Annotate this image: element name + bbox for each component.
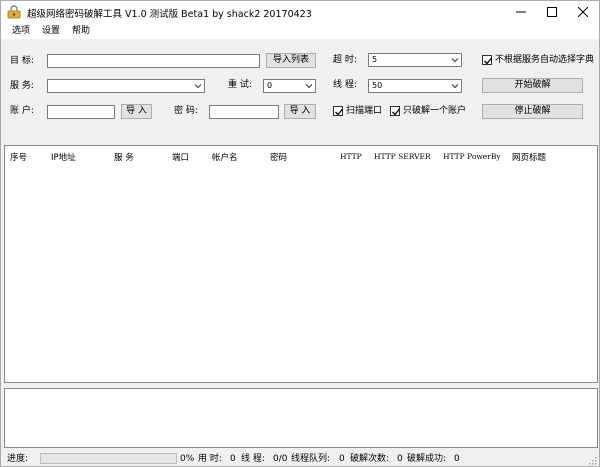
checkmark-icon	[335, 108, 344, 116]
start-crack-button[interactable]: 开始破解	[482, 78, 583, 93]
account-label: 账 户:	[10, 106, 34, 116]
progress-bar	[40, 453, 177, 464]
column-header-http-powerby[interactable]: HTTP PowerBy	[443, 152, 501, 161]
chevron-down-icon	[194, 84, 202, 89]
column-header-page-title[interactable]: 网页标题	[512, 151, 546, 163]
chevron-down-icon	[451, 84, 459, 89]
maximize-button[interactable]	[537, 1, 567, 23]
menu-help[interactable]: 帮助	[66, 23, 96, 39]
minimize-icon	[516, 11, 526, 13]
column-header-service[interactable]: 服 务	[114, 151, 134, 163]
scan-port-label: 扫描端口	[346, 106, 383, 116]
import-list-button[interactable]: 导入列表	[266, 53, 316, 68]
attempts-label: 破解次数:	[350, 454, 390, 464]
threads-select[interactable]: 50	[368, 79, 462, 93]
auto-dict-checkbox[interactable]	[482, 55, 493, 65]
retry-value: 0	[267, 81, 273, 90]
elapsed-label: 用 时:	[198, 454, 222, 464]
progress-text: 0%	[180, 454, 195, 464]
crack-one-checkbox[interactable]	[390, 106, 401, 116]
success-label: 破解成功:	[407, 454, 447, 464]
target-label: 目 标:	[10, 56, 34, 66]
title-bar: 超级网络密码破解工具 V1.0 测试版 Beta1 by shack2 2017…	[1, 1, 599, 23]
menu-settings[interactable]: 设置	[36, 23, 66, 39]
auto-dict-label: 不根据服务自动选择字典	[495, 55, 595, 65]
status-threads-label: 线 程:	[241, 454, 265, 464]
menu-options[interactable]: 选项	[6, 23, 36, 39]
account-import-button[interactable]: 导 入	[121, 104, 152, 119]
retry-label: 重 试:	[228, 80, 252, 90]
checkmark-icon	[484, 57, 493, 65]
column-header-password[interactable]: 密码	[270, 151, 287, 163]
column-header-username[interactable]: 帐户名	[212, 151, 238, 163]
column-header-port[interactable]: 端口	[172, 151, 189, 163]
timeout-label: 超 时:	[333, 55, 357, 65]
minimize-button[interactable]	[506, 1, 536, 23]
timeout-value: 5	[372, 55, 378, 64]
password-import-button[interactable]: 导 入	[284, 104, 316, 119]
close-icon	[578, 7, 588, 17]
status-threads-value: 0/0	[273, 454, 288, 464]
resize-grip-icon[interactable]	[587, 455, 597, 465]
progress-label: 进度:	[7, 454, 29, 464]
log-output[interactable]	[4, 388, 598, 448]
attempts-value: 0	[397, 454, 403, 464]
column-header-ip[interactable]: IP地址	[51, 151, 76, 163]
queue-label: 线程队列:	[291, 454, 331, 464]
window-title: 超级网络密码破解工具 V1.0 测试版 Beta1 by shack2 2017…	[27, 9, 312, 20]
password-input[interactable]	[209, 105, 279, 119]
scan-port-checkbox[interactable]	[333, 106, 344, 116]
timeout-select[interactable]: 5	[368, 53, 462, 67]
account-input[interactable]	[47, 105, 115, 119]
crack-one-label: 只破解一个账户	[403, 106, 467, 116]
chevron-down-icon	[451, 58, 459, 63]
column-header-http[interactable]: HTTP	[340, 152, 362, 161]
menu-bar: 选项 设置 帮助	[1, 23, 599, 39]
close-button[interactable]	[568, 1, 598, 23]
app-window: 超级网络密码破解工具 V1.0 测试版 Beta1 by shack2 2017…	[0, 0, 600, 467]
target-input[interactable]	[47, 54, 260, 68]
elapsed-value: 0	[230, 454, 236, 464]
success-value: 0	[454, 454, 460, 464]
password-label: 密 码:	[174, 106, 198, 116]
threads-label: 线 程:	[333, 80, 357, 90]
service-label: 服 务:	[10, 81, 34, 91]
threads-value: 50	[372, 81, 383, 90]
queue-value: 0	[339, 454, 345, 464]
column-header-index[interactable]: 序号	[10, 151, 27, 163]
stop-crack-button[interactable]: 停止破解	[482, 104, 583, 119]
checkmark-icon	[392, 108, 401, 116]
results-table[interactable]: 序号 IP地址 服 务 端口 帐户名 密码 HTTP HTTP SERVER H…	[4, 145, 598, 383]
column-header-http-server[interactable]: HTTP SERVER	[374, 152, 431, 161]
maximize-icon	[547, 7, 557, 17]
app-icon	[7, 5, 21, 19]
service-select[interactable]	[47, 79, 205, 93]
retry-select[interactable]: 0	[263, 79, 316, 93]
chevron-down-icon	[305, 84, 313, 89]
